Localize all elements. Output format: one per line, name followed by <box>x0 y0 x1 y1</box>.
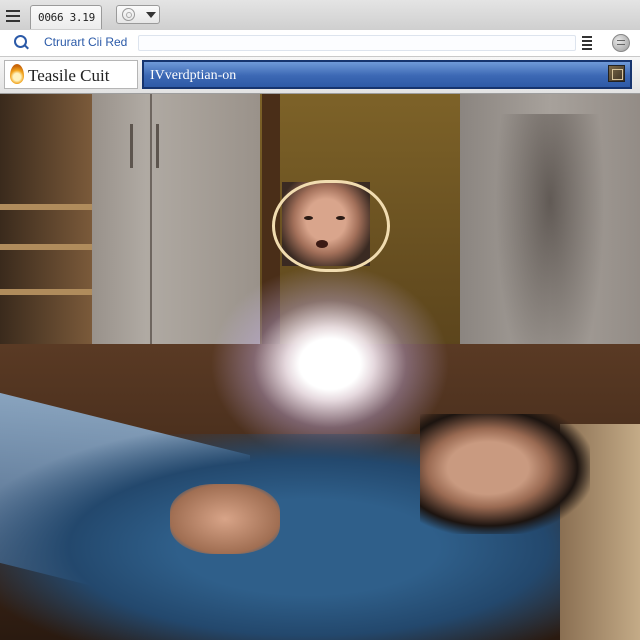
hamburger-menu-icon[interactable] <box>4 7 22 23</box>
globe-icon[interactable] <box>612 34 630 52</box>
ring-icon <box>122 8 135 21</box>
search-icon[interactable] <box>14 35 27 48</box>
shelf-board <box>0 204 92 210</box>
go-icon[interactable] <box>608 65 625 82</box>
tab-strip: 0066 3.19 <box>0 0 640 31</box>
shelf-board <box>0 244 92 250</box>
url-text: IVverdptian-on <box>150 68 237 83</box>
tab-dropdown-button[interactable] <box>116 5 160 24</box>
site-identity[interactable]: Teasile Cuit <box>4 60 138 89</box>
man-head <box>420 414 590 534</box>
title-row: Teasile Cuit IVverdptian-on <box>0 57 640 94</box>
man-hand <box>170 484 280 554</box>
page-photo <box>0 94 640 640</box>
wardrobe-handle <box>130 124 133 168</box>
tab-label: 0066 3.19 <box>38 11 95 24</box>
wardrobe-seam <box>150 94 152 359</box>
list-icon[interactable] <box>582 36 592 50</box>
tab-active[interactable]: 0066 3.19 <box>30 5 102 29</box>
url-field[interactable]: IVverdptian-on <box>142 60 632 89</box>
address-input[interactable] <box>138 35 576 51</box>
site-name: Teasile Cuit <box>28 66 110 85</box>
face-halo <box>272 180 390 272</box>
wardrobe-handle <box>156 124 159 168</box>
address-text[interactable]: Ctrurart Cii Red <box>44 35 127 49</box>
chevron-down-icon <box>146 12 156 18</box>
flame-icon <box>10 64 24 84</box>
address-bar: Ctrurart Cii Red <box>0 30 640 57</box>
shelf-board <box>0 289 92 295</box>
